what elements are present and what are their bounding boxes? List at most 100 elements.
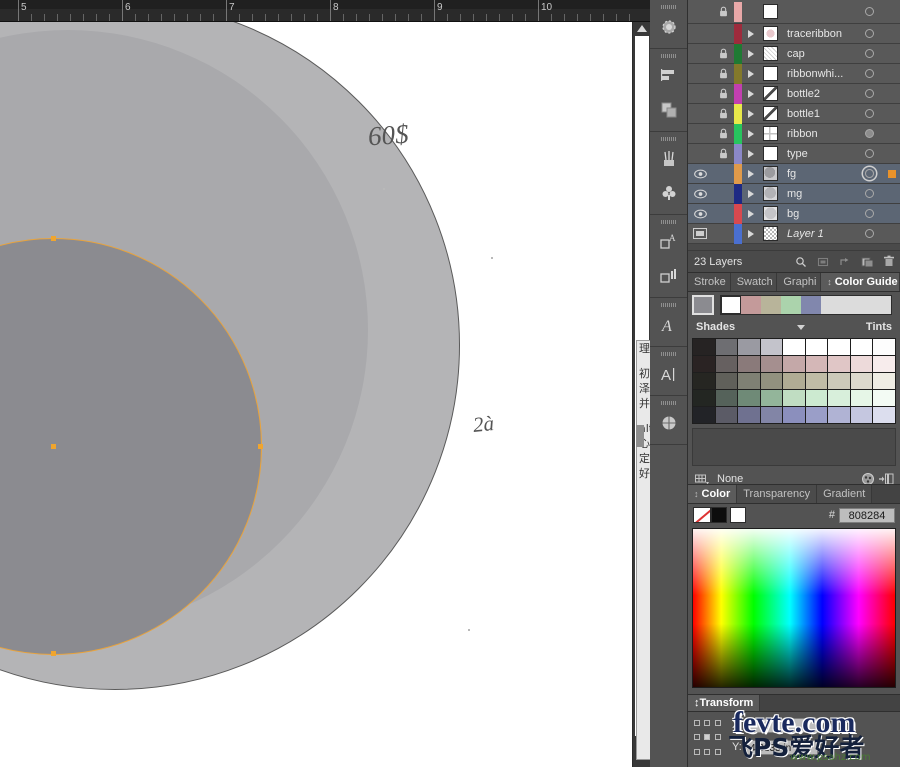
harmony-swatch-4[interactable]	[801, 296, 821, 314]
locate-object-button[interactable]	[790, 251, 812, 273]
mesh-tool[interactable]	[650, 406, 688, 440]
tab-color-guide[interactable]: ↕Color Guide	[821, 273, 900, 291]
variation-swatch-r4-c5[interactable]	[806, 407, 828, 423]
make-clipping-mask-button[interactable]	[812, 251, 834, 273]
visibility-toggle-icon[interactable]	[688, 184, 712, 204]
visibility-toggle-icon[interactable]	[688, 104, 712, 124]
lock-toggle-icon[interactable]	[712, 184, 734, 204]
tool-group-grip[interactable]	[661, 5, 677, 9]
selection-indicator[interactable]	[884, 170, 900, 178]
layer-name-label[interactable]: bottle1	[780, 108, 854, 120]
variation-swatch-r4-c7[interactable]	[851, 407, 873, 423]
ref-point-tc[interactable]	[704, 720, 710, 726]
variation-swatch-r2-c0[interactable]	[693, 373, 715, 389]
layers-panel[interactable]: traceribboncapribbonwhi...bottle2bottle1…	[688, 0, 900, 272]
ref-point-tl[interactable]	[694, 720, 700, 726]
expand-chevron-icon[interactable]	[742, 104, 760, 124]
variation-swatch-r1-c3[interactable]	[761, 356, 783, 372]
variation-swatch-r3-c3[interactable]	[761, 390, 783, 406]
chevron-down-icon[interactable]	[797, 325, 805, 330]
variation-swatch-r0-c2[interactable]	[738, 339, 760, 355]
tool-group-grip[interactable]	[661, 54, 677, 58]
layer-name-label[interactable]: cap	[780, 48, 854, 60]
none-swatch[interactable]	[693, 507, 711, 523]
variation-swatch-r3-c5[interactable]	[806, 390, 828, 406]
calligraphy-type-tool[interactable]: A	[650, 308, 688, 342]
delete-selection-button[interactable]	[878, 251, 900, 273]
expand-chevron-icon[interactable]	[742, 224, 760, 244]
anchor-point-right[interactable]	[258, 444, 263, 449]
transform-tabstrip[interactable]: ↕Transform	[688, 694, 900, 712]
visibility-toggle-icon[interactable]	[688, 84, 712, 104]
layer-name-label[interactable]: traceribbon	[780, 28, 854, 40]
variation-swatch-r2-c1[interactable]	[716, 373, 738, 389]
base-color-swatch[interactable]	[692, 295, 714, 315]
anchor-point-top[interactable]	[51, 236, 56, 241]
column-graph-tool[interactable]	[650, 259, 688, 293]
layer-row-hidden-top[interactable]	[688, 0, 900, 24]
layer-name-label[interactable]: mg	[780, 188, 854, 200]
variation-swatch-r4-c4[interactable]	[783, 407, 805, 423]
harmony-rule-swatches[interactable]	[720, 295, 892, 315]
lock-toggle-icon[interactable]	[712, 224, 734, 244]
variation-swatch-r3-c6[interactable]	[828, 390, 850, 406]
color-spectrum-picker[interactable]	[692, 528, 896, 688]
layer-name-label[interactable]: Layer 1	[780, 228, 854, 240]
variation-swatch-r4-c0[interactable]	[693, 407, 715, 423]
scroll-up-arrow-icon[interactable]	[637, 25, 647, 32]
target-indicator[interactable]	[854, 189, 884, 198]
expand-chevron-icon[interactable]	[742, 64, 760, 84]
layer-name-label[interactable]: fg	[780, 168, 854, 180]
target-indicator[interactable]	[854, 149, 884, 158]
align-tool[interactable]	[650, 59, 688, 93]
harmony-swatch-1[interactable]	[741, 296, 761, 314]
variation-swatch-r1-c2[interactable]	[738, 356, 760, 372]
perspective-grid-tool[interactable]	[650, 142, 688, 176]
tab-graphic-styles[interactable]: Graphi	[777, 273, 821, 291]
variation-swatch-r1-c5[interactable]	[806, 356, 828, 372]
white-swatch[interactable]	[730, 507, 746, 523]
tab-transparency[interactable]: Transparency	[737, 485, 817, 503]
color-groups-area[interactable]	[692, 428, 896, 466]
variation-swatch-r4-c6[interactable]	[828, 407, 850, 423]
layer-name-label[interactable]: bottle2	[780, 88, 854, 100]
visibility-toggle-icon[interactable]	[688, 124, 712, 144]
lock-toggle-icon[interactable]	[712, 2, 734, 22]
tool-group-grip[interactable]	[661, 401, 677, 405]
tab-transform[interactable]: ↕Transform	[688, 695, 760, 711]
transform-x-row[interactable]: X:	[732, 716, 818, 734]
lock-toggle-icon[interactable]	[712, 64, 734, 84]
ref-point-br[interactable]	[715, 749, 721, 755]
lock-toggle-icon[interactable]	[712, 164, 734, 184]
layers-panel-footer[interactable]: 23 Layers	[688, 250, 900, 272]
target-indicator[interactable]	[854, 7, 884, 16]
target-indicator[interactable]	[854, 169, 884, 178]
shape-builder-tool[interactable]	[650, 93, 688, 127]
color-panel-swatch-row[interactable]: # 808284	[688, 504, 900, 526]
visibility-toggle-icon[interactable]	[688, 64, 712, 84]
panel-gripper-icon[interactable]: ↕	[694, 489, 699, 499]
variation-swatch-r0-c0[interactable]	[693, 339, 715, 355]
variation-swatch-r0-c7[interactable]	[851, 339, 873, 355]
variation-swatch-r0-c6[interactable]	[828, 339, 850, 355]
color-guide-topbar[interactable]	[688, 292, 900, 318]
layer-row-type[interactable]: type	[688, 144, 900, 164]
create-new-layer-button[interactable]	[856, 251, 878, 273]
target-indicator[interactable]	[854, 129, 884, 138]
tab-stroke[interactable]: Stroke	[688, 273, 731, 291]
visibility-toggle-icon[interactable]	[688, 164, 712, 184]
variation-swatch-r3-c1[interactable]	[716, 390, 738, 406]
expand-chevron-icon[interactable]	[742, 44, 760, 64]
variation-swatch-r3-c7[interactable]	[851, 390, 873, 406]
artboard[interactable]: 60$ 2à	[0, 22, 632, 767]
panel-gripper-icon[interactable]: ↕	[827, 277, 832, 287]
black-swatch[interactable]	[711, 507, 727, 523]
layer-row-bottle1[interactable]: bottle1	[688, 104, 900, 124]
ref-point-center[interactable]	[704, 734, 710, 740]
visibility-toggle-icon[interactable]	[688, 204, 712, 224]
transform-body[interactable]: X: Y: 4.2133 in	[688, 712, 900, 764]
lock-toggle-icon[interactable]	[712, 24, 734, 44]
reference-point-selector[interactable]	[694, 720, 722, 760]
variation-swatch-r2-c3[interactable]	[761, 373, 783, 389]
visibility-toggle-icon[interactable]	[688, 24, 712, 44]
